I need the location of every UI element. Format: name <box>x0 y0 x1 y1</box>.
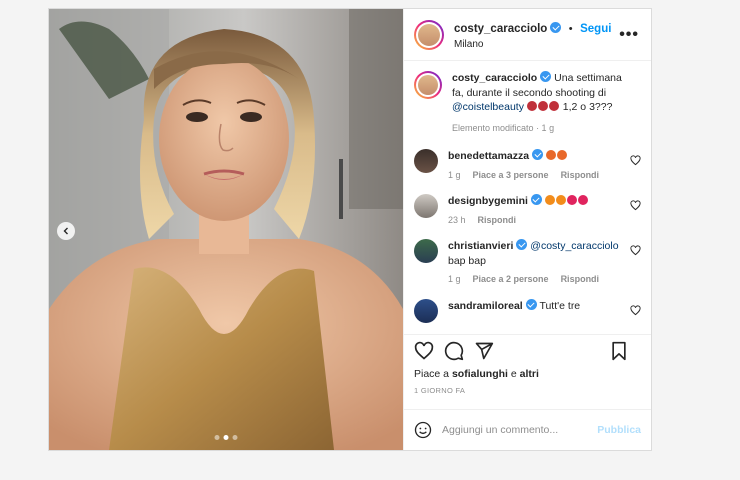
comment-username[interactable]: christianvieri <box>448 240 513 252</box>
comment-emojis <box>546 150 568 162</box>
carousel-dot-active <box>223 435 229 440</box>
verified-badge-icon <box>532 149 544 160</box>
comment-time: 23 h <box>448 214 466 225</box>
caption-meta: Elemento modificato · 1 g <box>452 122 555 133</box>
chevron-left-icon <box>63 227 68 235</box>
reply-button[interactable]: Rispondi <box>478 213 517 228</box>
comment-mention[interactable]: @costy_caracciolo <box>530 240 618 252</box>
comment-item: christianvieri @costy_caracciolo bap bap… <box>414 239 641 287</box>
publish-button[interactable]: Pubblica <box>597 424 641 436</box>
comment-icon[interactable] <box>444 341 464 361</box>
heart-icon[interactable] <box>630 200 641 211</box>
emoji-icon[interactable] <box>414 421 432 439</box>
comment-username[interactable]: designbygemini <box>448 195 528 207</box>
post-location[interactable]: Milano <box>454 39 611 50</box>
share-icon[interactable] <box>474 341 494 361</box>
post-header: costy_caracciolo • Segui Milano ••• <box>404 9 651 61</box>
caption-avatar[interactable] <box>414 71 442 99</box>
reply-button[interactable]: Rispondi <box>561 272 600 287</box>
comment-item: sandramiloreal Tutt'e tre <box>414 298 641 323</box>
comment-body: benedettamazza 1 g Piace a 3 persone Ris… <box>448 149 623 182</box>
instagram-post: costy_caracciolo • Segui Milano ••• cost… <box>48 8 652 451</box>
liked-by-others[interactable]: altri <box>520 368 539 380</box>
comments-list[interactable]: costy_caracciolo Una settimana fa, duran… <box>404 61 651 334</box>
carousel-prev-button[interactable] <box>57 222 75 240</box>
post-photo <box>49 9 403 450</box>
reply-button[interactable]: Rispondi <box>561 168 600 183</box>
liked-by-user[interactable]: sofialunghi <box>452 368 508 380</box>
caption-body: costy_caracciolo Una settimana fa, duran… <box>452 71 632 135</box>
heart-icon[interactable] <box>630 245 641 256</box>
action-bar <box>404 334 651 366</box>
post-caption: costy_caracciolo Una settimana fa, duran… <box>414 71 641 135</box>
comment-likes-count[interactable]: Piace a 3 persone <box>473 168 549 183</box>
verified-badge-icon <box>525 298 537 310</box>
comment-meta: 23 h Rispondi <box>448 213 623 228</box>
add-comment-bar: Pubblica <box>404 410 651 450</box>
comment-item: designbygemini 23 h Rispondi <box>414 194 641 227</box>
comment-likes-count[interactable]: Piace a 2 persone <box>473 272 549 287</box>
comment-avatar[interactable] <box>414 194 438 218</box>
heart-icon[interactable] <box>630 155 641 166</box>
comment-body: sandramiloreal Tutt'e tre <box>448 298 623 323</box>
caption-mention[interactable]: @coistelbeauty <box>452 101 524 113</box>
comment-emojis <box>544 195 589 207</box>
author-username[interactable]: costy_caracciolo <box>454 23 547 35</box>
post-sidebar: costy_caracciolo • Segui Milano ••• cost… <box>403 9 651 450</box>
comment-meta: 1 g Piace a 3 persone Rispondi <box>448 168 623 183</box>
comment-time: 1 g <box>448 169 461 180</box>
comment-text: Tutt'e tre <box>539 299 581 312</box>
post-date[interactable]: 1 GIORNO FA <box>404 380 651 410</box>
caption-username[interactable]: costy_caracciolo <box>452 72 537 84</box>
comment-avatar[interactable] <box>414 239 438 263</box>
verified-badge-icon <box>516 239 528 250</box>
verified-badge-icon <box>540 71 552 82</box>
bookmark-icon[interactable] <box>609 341 629 361</box>
comment-item: benedettamazza 1 g Piace a 3 persone Ris… <box>414 149 641 182</box>
post-media[interactable] <box>49 9 403 450</box>
caption-tail: 1,2 o 3??? <box>562 101 613 113</box>
comment-username[interactable]: benedettamazza <box>448 150 529 162</box>
author-avatar[interactable] <box>414 19 444 50</box>
comment-avatar[interactable] <box>414 149 438 173</box>
header-text: costy_caracciolo • Segui Milano <box>454 19 611 50</box>
heart-icon[interactable] <box>630 304 641 316</box>
comment-body: designbygemini 23 h Rispondi <box>448 194 623 227</box>
carousel-dot <box>214 435 220 440</box>
comment-meta: 1 g Piace a 2 persone Rispondi <box>448 272 623 287</box>
follow-button[interactable]: Segui <box>580 23 611 35</box>
comment-text: bap bap <box>448 254 486 267</box>
likes-summary: Piace a sofialunghi e altri <box>414 368 539 380</box>
comment-body: christianvieri @costy_caracciolo bap bap… <box>448 239 623 287</box>
comment-input[interactable] <box>442 424 598 436</box>
verified-badge-icon <box>530 194 542 205</box>
carousel-dots <box>214 435 238 440</box>
caption-emojis <box>526 101 560 113</box>
verified-badge-icon <box>550 22 562 33</box>
more-options-icon[interactable]: ••• <box>619 27 639 43</box>
heart-icon[interactable] <box>414 341 434 361</box>
comment-username[interactable]: sandramiloreal <box>448 300 523 312</box>
comment-time: 1 g <box>448 274 461 284</box>
carousel-dot <box>232 435 238 440</box>
comment-avatar[interactable] <box>414 298 438 323</box>
separator-dot: • <box>568 23 573 35</box>
